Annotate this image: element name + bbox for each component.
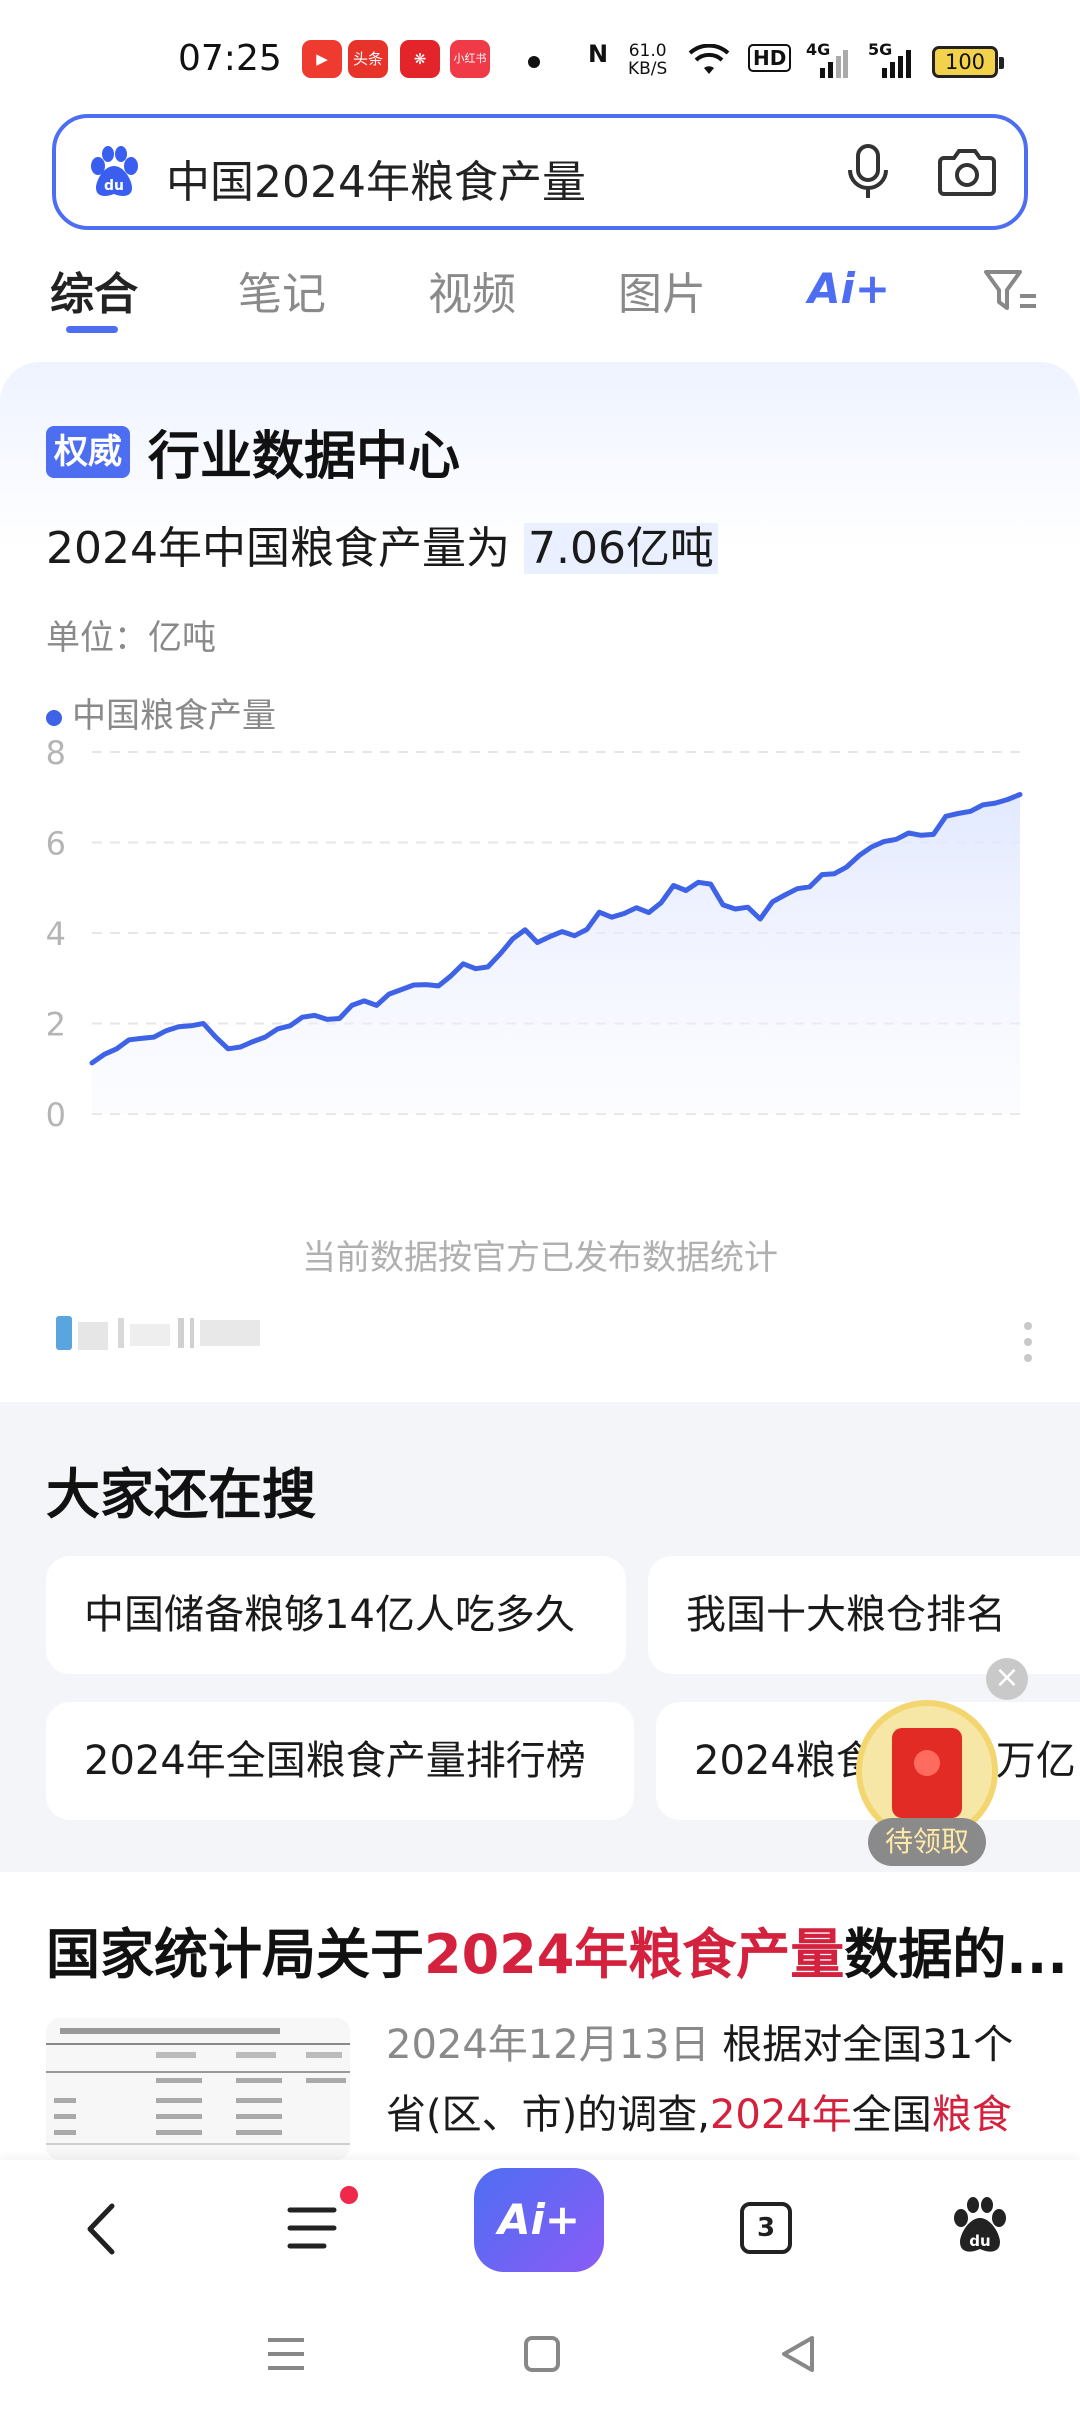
xiaohongshu-app-icon: 小红书 [450,40,490,78]
search-tabs: 综合 笔记 视频 图片 Ai+ [0,250,1080,340]
notification-badge [340,2186,358,2204]
source-logo [56,1316,260,1350]
card-subtitle-prefix: 2024年中国粮食产量为 [46,523,524,574]
result-title-highlight: 2024年粮食产量 [424,1923,845,1986]
snippet-highlight: 2024年 [709,2092,852,2138]
red-packet-seal [914,1750,940,1776]
chart-legend: 中国粮食产量 [46,688,276,737]
hd-icon: HD [748,44,792,72]
related-search-chip[interactable]: 我国十大粮仓排名 [648,1556,1080,1674]
more-icon[interactable] [1022,1320,1034,1364]
legend-dot [46,709,62,726]
tabs-count-button[interactable]: 3 [740,2202,792,2254]
result-title-part: 数据的... [844,1923,1068,1986]
y-tick-label: 8 [46,734,66,772]
close-icon[interactable]: × [986,1658,1028,1700]
signal-5g-icon [882,50,911,78]
tab-video[interactable]: 视频 [428,258,516,322]
tab-images[interactable]: 图片 [618,258,706,322]
snippet-highlight: 粮食 [931,2092,1012,2138]
x-tick-label: 2024 [977,1151,1064,1152]
tab-ai[interactable]: Ai+ [808,264,890,313]
chart-note: 当前数据按官方已发布数据统计 [302,1238,778,1278]
home-icon[interactable] [514,2326,570,2382]
also-searched-title: 大家还在搜 [46,1463,316,1526]
result-snippet[interactable]: 2024年12月13日 根据对全国31个省(区、市)的调查,2024年全国粮食 [386,2010,1046,2150]
status-time: 07:25 [178,38,282,79]
baidu-paw-icon: du [91,146,138,196]
back-nav-icon[interactable] [770,2326,826,2382]
y-tick-label: 6 [46,825,66,863]
card-title: 行业数据中心 [148,427,461,487]
legend-label: 中国粮食产量 [72,696,276,736]
app-icon: ❋ [400,40,440,78]
net-speed-unit: KB/S [628,59,668,79]
notification-dot [528,56,540,68]
active-tab-indicator [66,326,118,333]
menu-icon[interactable] [284,2202,340,2254]
signal-4g-icon [820,50,848,78]
nfc-icon: N [588,40,609,68]
related-search-chip[interactable]: 中国储备粮够14亿人吃多久 [46,1556,626,1674]
search-input[interactable]: 中国2024年粮食产量 [166,146,586,210]
bottom-nav: Ai+ 3 du [0,2160,1080,2300]
search-bar[interactable]: du 中国2024年粮食产量 [52,114,1028,230]
result-thumbnail[interactable] [46,2018,350,2160]
authority-badge: 权威 [46,426,130,478]
card-subtitle-value: 7.06亿吨 [523,523,718,574]
battery-indicator: 100 [932,46,1004,78]
camera-icon[interactable] [936,142,998,202]
x-tick-label: 1974 [358,1151,445,1152]
ai-assistant-button[interactable]: Ai+ [474,2168,604,2272]
x-tick-label: 1999 [667,1151,754,1152]
card-unit: 单位：亿吨 [46,618,216,658]
filter-icon[interactable] [980,262,1040,318]
result-title-part: 国家统计局关于 [46,1923,424,1986]
grain-output-chart[interactable]: 0 2 4 6 8 1949 1974 1999 2024 [0,732,1080,1152]
toutiao-app-icon: 头条 [348,40,388,78]
net-speed: 61.0 KB/S [628,42,667,78]
result-title[interactable]: 国家统计局关于2024年粮食产量数据的... [46,1910,1068,1989]
card-subtitle: 2024年中国粮食产量为 7.06亿吨 [46,512,718,576]
baidu-home-icon[interactable]: du [948,2194,1012,2258]
tab-comprehensive[interactable]: 综合 [50,258,138,322]
wifi-icon [688,44,730,74]
result-date: 2024年12月13日 [386,2022,710,2068]
x-tick-label: 1949 [49,1151,136,1152]
data-center-card[interactable]: 权威 行业数据中心 2024年中国粮食产量为 7.06亿吨 单位：亿吨 中国粮食… [0,362,1080,1402]
y-tick-label: 2 [46,1006,66,1044]
y-tick-label: 4 [46,915,66,953]
related-search-chip[interactable]: 2024年全国粮食产量排行榜 [46,1702,634,1820]
svg-text:du: du [104,178,124,194]
svg-text:du: du [969,2232,990,2250]
back-icon[interactable] [72,2194,132,2264]
snippet-text: 全国 [851,2092,932,2138]
status-bar: 07:25 ▶ 头条 ❋ 小红书 N 61.0 KB/S HD 4G 5G 100 [0,0,1080,110]
net-speed-value: 61.0 [628,41,667,61]
y-tick-label: 0 [46,1096,66,1134]
red-packet-icon [892,1728,962,1818]
red-packet-label[interactable]: 待领取 [868,1818,986,1866]
tab-notes[interactable]: 笔记 [238,258,326,322]
system-nav-bar [0,2300,1080,2412]
recent-apps-icon[interactable] [258,2326,314,2382]
video-app-icon: ▶ [302,40,342,78]
microphone-icon[interactable] [838,140,898,204]
